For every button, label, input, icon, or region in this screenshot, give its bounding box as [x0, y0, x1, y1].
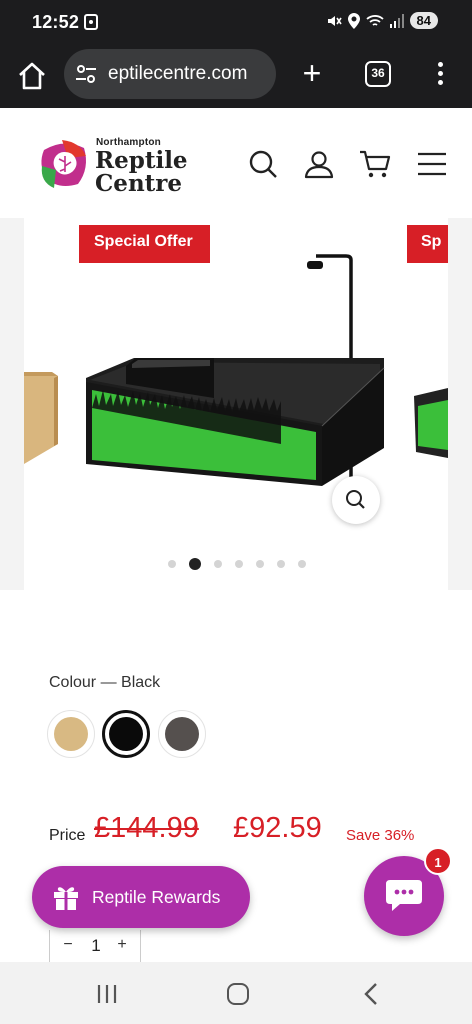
logo-title-line2: Centre [95, 170, 183, 197]
site-logo[interactable]: Northampton Reptile Centre [38, 136, 198, 196]
colour-label: Colour — Black [49, 674, 161, 691]
sale-price: £92.59 [233, 812, 322, 844]
recent-apps-icon[interactable] [96, 984, 118, 1004]
signal-icon [389, 13, 404, 28]
home-button-icon[interactable] [227, 983, 249, 1005]
notification-icon [84, 14, 98, 30]
swatch-fill [54, 717, 88, 751]
hamburger-menu-icon[interactable] [416, 148, 448, 180]
colour-swatch-grey[interactable] [158, 710, 206, 758]
gallery-dot[interactable] [214, 560, 222, 568]
logo-title: Reptile Centre [95, 149, 188, 195]
mute-icon [327, 15, 342, 26]
original-price: £144.99 [94, 812, 199, 844]
next-slide-image [414, 388, 448, 458]
site-header: Northampton Reptile Centre [0, 108, 472, 218]
cart-icon[interactable] [359, 148, 391, 180]
quantity-stepper: − 1 + [49, 930, 141, 962]
gift-icon [54, 887, 78, 910]
swatch-fill [109, 717, 143, 751]
quantity-increase-button[interactable]: + [112, 936, 132, 954]
gallery-dot[interactable] [298, 560, 306, 568]
gallery-edge-right [448, 218, 472, 590]
gallery-edge-left [0, 218, 24, 590]
product-gallery[interactable]: Special Offer Sp [0, 218, 472, 590]
reptile-rewards-button[interactable]: Reptile Rewards [32, 866, 250, 928]
site-settings-icon[interactable] [74, 62, 98, 86]
next-slide-badge: Sp [407, 225, 448, 263]
browser-menu-icon[interactable] [434, 60, 446, 90]
quantity-value[interactable]: 1 [88, 936, 104, 956]
zoom-icon [346, 490, 365, 509]
status-bar: 12:52 84 [0, 0, 472, 44]
chat-unread-badge: 1 [424, 847, 452, 875]
reptile-rewards-label: Reptile Rewards [92, 887, 221, 907]
search-icon[interactable] [247, 148, 279, 180]
swatch-fill [165, 717, 199, 751]
status-icons: 84 [326, 12, 438, 29]
status-time: 12:52 [32, 12, 80, 32]
gallery-pagination [168, 558, 306, 570]
location-icon [347, 12, 360, 29]
gallery-dot[interactable] [189, 558, 201, 570]
account-icon[interactable] [303, 148, 335, 180]
price-label: Price [49, 827, 86, 844]
url-text: eptilecentre.com [108, 63, 248, 84]
colour-swatch-oak[interactable] [47, 710, 95, 758]
back-icon[interactable] [361, 982, 381, 1006]
zoom-button[interactable] [332, 476, 380, 524]
battery-level: 84 [409, 12, 438, 29]
home-icon[interactable] [16, 60, 48, 92]
chat-bubble-icon [386, 880, 422, 911]
gallery-dot[interactable] [277, 560, 285, 568]
gallery-dot[interactable] [256, 560, 264, 568]
previous-slide-image [24, 372, 58, 464]
gallery-dot[interactable] [235, 560, 243, 568]
savings-text: Save 36% [346, 827, 415, 844]
logo-title-line1: Reptile [95, 147, 188, 174]
new-tab-button[interactable]: + [298, 57, 326, 89]
quantity-decrease-button[interactable]: − [58, 936, 78, 954]
logo-mark-icon [41, 140, 86, 188]
colour-swatch-black[interactable] [102, 710, 150, 758]
system-navigation-bar [0, 962, 472, 1024]
browser-toolbar: eptilecentre.com + 36 [0, 44, 472, 108]
product-image[interactable] [24, 248, 448, 518]
special-offer-badge: Special Offer [79, 225, 210, 263]
tab-switcher-button[interactable]: 36 [365, 61, 391, 87]
price-row: Price £144.99 £92.59 Save 36% [49, 812, 449, 852]
address-bar[interactable]: eptilecentre.com [64, 49, 276, 99]
gallery-dot[interactable] [168, 560, 176, 568]
wifi-icon [365, 14, 384, 26]
